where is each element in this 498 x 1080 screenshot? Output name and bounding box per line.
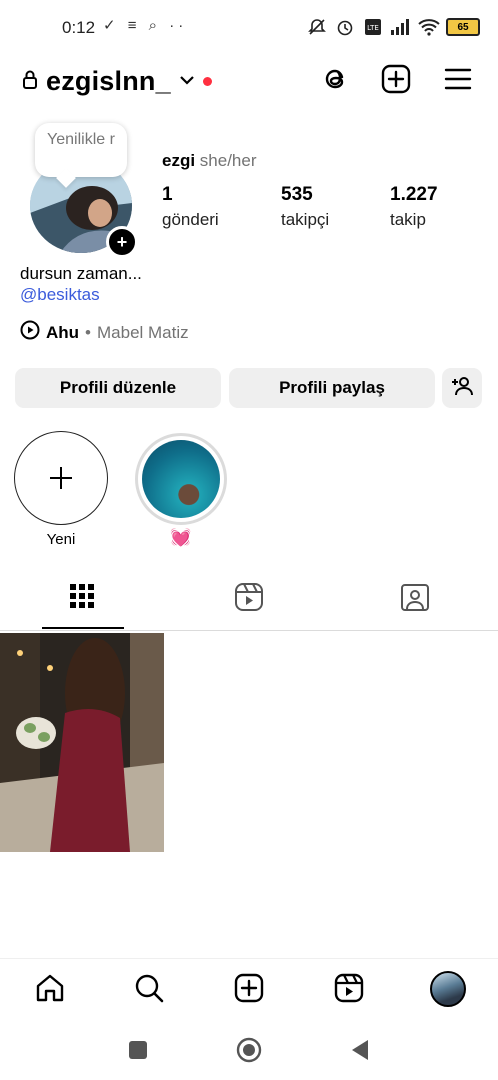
back-icon[interactable] xyxy=(350,1038,370,1062)
active-tab-indicator xyxy=(42,627,124,629)
system-navigation xyxy=(0,1022,498,1080)
posts-label[interactable]: gönderi xyxy=(162,210,219,230)
threads-icon[interactable] xyxy=(321,64,351,94)
wifi-icon xyxy=(418,16,440,38)
share-profile-button[interactable]: Profili paylaş xyxy=(229,368,435,408)
recent-apps-icon[interactable] xyxy=(129,1041,147,1059)
status-bar: 0:12 ✓ ≡ ⌕ ·· LTE 65 xyxy=(0,0,498,58)
full-name-row: ezgi she/her xyxy=(162,151,257,171)
volte-icon: LTE xyxy=(362,16,384,38)
svg-text:LTE: LTE xyxy=(367,24,379,32)
menu-icon[interactable] xyxy=(443,64,473,94)
notification-icons: ✓ ≡ ⌕ ·· xyxy=(103,17,188,34)
following-label[interactable]: takip xyxy=(390,210,426,230)
tagged-icon[interactable] xyxy=(400,582,430,612)
story-highlight[interactable] xyxy=(135,433,227,525)
mute-icon xyxy=(306,16,328,38)
posts-count[interactable]: 1 xyxy=(162,184,173,206)
alarm-icon xyxy=(334,16,356,38)
play-icon xyxy=(20,320,40,345)
notification-dot xyxy=(202,77,212,86)
reels-tab-icon[interactable] xyxy=(234,582,264,612)
full-name: ezgi xyxy=(162,151,196,170)
bio-mention-link[interactable]: @besiktas xyxy=(20,285,100,305)
lock-icon xyxy=(22,69,38,94)
create-icon[interactable] xyxy=(233,972,265,1004)
post-thumbnail[interactable] xyxy=(0,633,164,852)
battery-icon: 65 xyxy=(446,18,480,36)
add-story-icon[interactable]: + xyxy=(106,226,138,258)
bio-text: dursun zaman... xyxy=(20,264,142,283)
story-highlight-label: 💓 xyxy=(170,528,192,547)
music-title: Ahu xyxy=(46,322,80,342)
username: ezgislnn_ xyxy=(46,66,171,96)
profile-avatar-nav[interactable] xyxy=(430,971,466,1007)
signal-icon xyxy=(390,16,412,38)
new-highlight-label: Yeni xyxy=(46,531,76,548)
discover-people-button[interactable] xyxy=(442,368,482,408)
music-artist: Mabel Matiz xyxy=(97,322,189,342)
new-highlight-button[interactable] xyxy=(14,431,108,525)
notes-tooltip[interactable]: Yenilikle r xyxy=(35,123,127,177)
search-icon[interactable] xyxy=(133,972,165,1004)
edit-profile-button[interactable]: Profili düzenle xyxy=(15,368,221,408)
following-count[interactable]: 1.227 xyxy=(390,184,438,206)
plus-icon xyxy=(50,467,72,489)
grid-icon[interactable] xyxy=(68,582,98,612)
status-icons-right: LTE 65 xyxy=(306,16,480,38)
status-time: 0:12 xyxy=(62,18,96,37)
highlight-thumbnail xyxy=(142,440,220,518)
account-switcher[interactable]: ezgislnn_ xyxy=(22,66,212,97)
reels-icon[interactable] xyxy=(333,972,365,1004)
add-person-icon xyxy=(450,375,474,402)
music-separator: • xyxy=(85,322,91,342)
chevron-down-icon[interactable] xyxy=(179,73,195,91)
followers-count[interactable]: 535 xyxy=(281,184,313,206)
profile-music[interactable]: Ahu • Mabel Matiz xyxy=(20,320,189,345)
home-button-icon[interactable] xyxy=(236,1037,262,1063)
home-icon[interactable] xyxy=(34,972,66,1004)
pronouns: she/her xyxy=(199,151,257,170)
followers-label[interactable]: takipçi xyxy=(281,210,329,230)
add-post-icon[interactable] xyxy=(381,64,411,94)
